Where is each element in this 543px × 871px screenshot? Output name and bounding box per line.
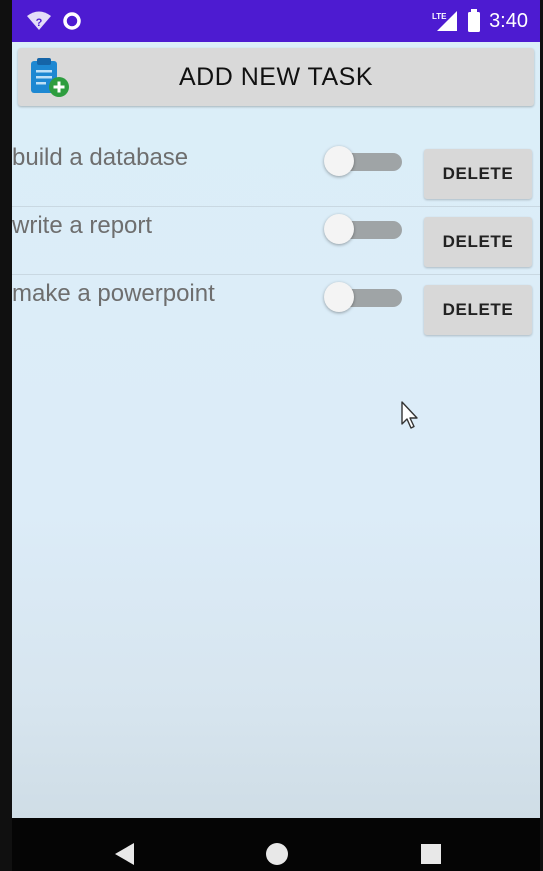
task-complete-toggle[interactable] <box>324 213 404 245</box>
add-new-task-button[interactable]: ADD NEW TASK <box>18 48 534 106</box>
recents-icon[interactable] <box>416 840 446 868</box>
toggle-thumb <box>324 214 354 244</box>
task-row: build a database DELETE <box>12 139 540 207</box>
add-new-task-label: ADD NEW TASK <box>179 63 373 91</box>
task-name: build a database <box>12 144 189 171</box>
task-name: make a powerpoint <box>12 280 215 307</box>
status-bar: ? LTE 3:40 <box>12 0 540 42</box>
toggle-thumb <box>324 146 354 176</box>
home-icon[interactable] <box>262 840 292 868</box>
circle-notification-icon <box>62 11 82 31</box>
task-app-screen: ADD NEW TASK build a database DELETE wri… <box>12 42 540 818</box>
device-frame-left <box>0 0 12 871</box>
task-name: write a report <box>12 212 153 239</box>
battery-icon <box>467 9 481 33</box>
task-complete-toggle[interactable] <box>324 145 404 177</box>
status-time: 3:40 <box>489 10 528 32</box>
task-list: build a database DELETE write a report D… <box>12 139 540 342</box>
svg-text:?: ? <box>36 17 43 29</box>
mouse-pointer-icon <box>400 400 420 430</box>
task-complete-toggle[interactable] <box>324 281 404 313</box>
navigation-bar <box>12 818 540 871</box>
delete-task-button[interactable]: DELETE <box>424 285 532 335</box>
wifi-unknown-icon: ? <box>26 10 52 32</box>
task-row: make a powerpoint DELETE <box>12 275 540 342</box>
status-left-icons: ? <box>26 10 82 32</box>
task-row: write a report DELETE <box>12 207 540 275</box>
lte-signal-icon: LTE <box>431 9 459 33</box>
back-icon[interactable] <box>110 840 140 868</box>
toggle-thumb <box>324 282 354 312</box>
delete-task-button[interactable]: DELETE <box>424 149 532 199</box>
status-right-icons: LTE 3:40 <box>431 8 528 34</box>
delete-task-button[interactable]: DELETE <box>424 217 532 267</box>
lte-label: LTE <box>432 12 447 21</box>
